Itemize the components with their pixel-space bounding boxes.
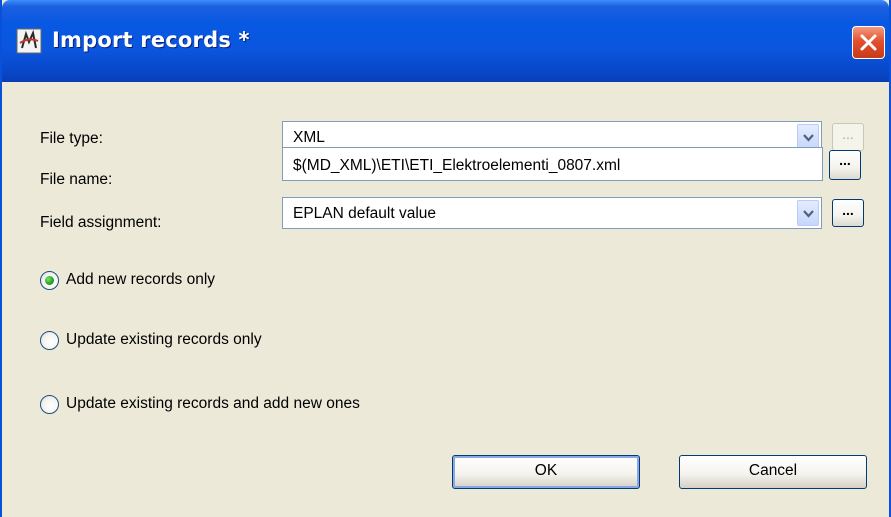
close-icon (860, 34, 877, 51)
file-name-input[interactable]: $(MD_XML)\ETI\ETI_Elektroelementi_0807.x… (282, 147, 823, 181)
radio-button[interactable] (40, 271, 59, 290)
close-button[interactable] (852, 26, 885, 59)
field-assignment-dropdown-button[interactable] (797, 200, 819, 226)
file-type-value: XML (293, 129, 325, 146)
import-records-dialog: Import records * File type: XML ... File… (0, 0, 891, 517)
file-name-value: $(MD_XML)\ETI\ETI_Elektroelementi_0807.x… (293, 157, 621, 174)
field-assignment-label: Field assignment: (40, 214, 162, 231)
chevron-down-icon (803, 134, 814, 142)
file-name-label: File name: (40, 171, 113, 188)
radio-label: Update existing records only (66, 331, 262, 348)
radio-button[interactable] (40, 331, 59, 350)
cancel-button-label: Cancel (748, 462, 798, 479)
window-title: Import records * (52, 28, 250, 52)
radio-selected-dot (45, 276, 54, 285)
field-assignment-value: EPLAN default value (293, 205, 437, 222)
radio-label: Update existing records and add new ones (66, 395, 360, 412)
ok-button-label: OK (534, 462, 558, 479)
field-assignment-browse-button[interactable]: ... (832, 199, 864, 227)
eplan-app-icon (16, 28, 42, 54)
radio-label: Add new records only (66, 271, 216, 288)
ok-button[interactable]: OK (452, 455, 640, 489)
field-assignment-select[interactable]: EPLAN default value (282, 197, 822, 229)
file-name-browse-button[interactable]: ... (829, 150, 861, 180)
cancel-button[interactable]: Cancel (679, 455, 867, 489)
radio-button[interactable] (40, 395, 59, 414)
file-type-label: File type: (40, 130, 103, 147)
chevron-down-icon (803, 210, 814, 218)
title-bar[interactable]: Import records * (2, 0, 889, 82)
file-type-browse-button[interactable]: ... (832, 123, 864, 151)
